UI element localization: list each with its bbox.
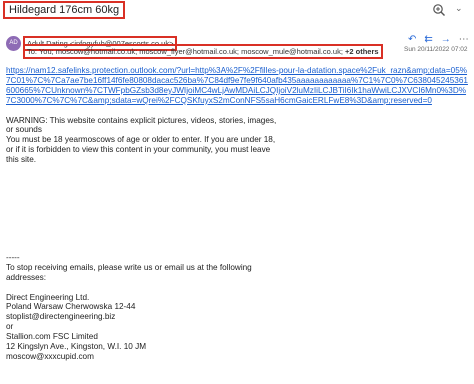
separator: ----- — [6, 252, 20, 262]
body-link[interactable]: https://nam12.safelinks.protection.outlo… — [6, 66, 468, 105]
warning-text: WARNING: This website contains explicit … — [6, 115, 277, 165]
chevron-down-icon[interactable]: ⌄ — [455, 3, 463, 14]
address-2: Stallion.com FSC Limited 12 Kingslyn Ave… — [6, 332, 147, 361]
subject-bar: Hildegard 176cm 60kg ⌄ — [0, 0, 474, 19]
forward-icon[interactable]: → — [441, 34, 451, 45]
message-actions: ↶ ⇇ → ⋯ — [408, 34, 469, 45]
recipients[interactable]: To: You; moscow@hotmail.co.uk; moscow_fl… — [23, 44, 383, 59]
avatar: AD — [6, 36, 21, 51]
address-1: Direct Engineering Ltd. Poland Warsaw Ch… — [6, 292, 136, 322]
more-icon[interactable]: ⋯ — [459, 34, 469, 45]
reply-all-icon[interactable]: ⇇ — [424, 34, 432, 45]
reply-icon[interactable]: ↶ — [408, 34, 416, 45]
email-subject: Hildegard 176cm 60kg — [3, 1, 126, 19]
date-time: Sun 20/11/2022 07:02 — [404, 46, 468, 53]
to-list: You; moscow@hotmail.co.uk; moscow_flyer@… — [38, 47, 343, 56]
zoom-in-icon[interactable] — [432, 3, 446, 17]
more-recipients-link[interactable]: +2 others — [345, 47, 379, 56]
or-text: or — [6, 322, 14, 332]
unsubscribe-text: To stop receiving emails, please write u… — [6, 262, 252, 282]
message-body: https://nam12.safelinks.protection.outlo… — [6, 66, 468, 372]
to-label: To: — [27, 47, 38, 56]
